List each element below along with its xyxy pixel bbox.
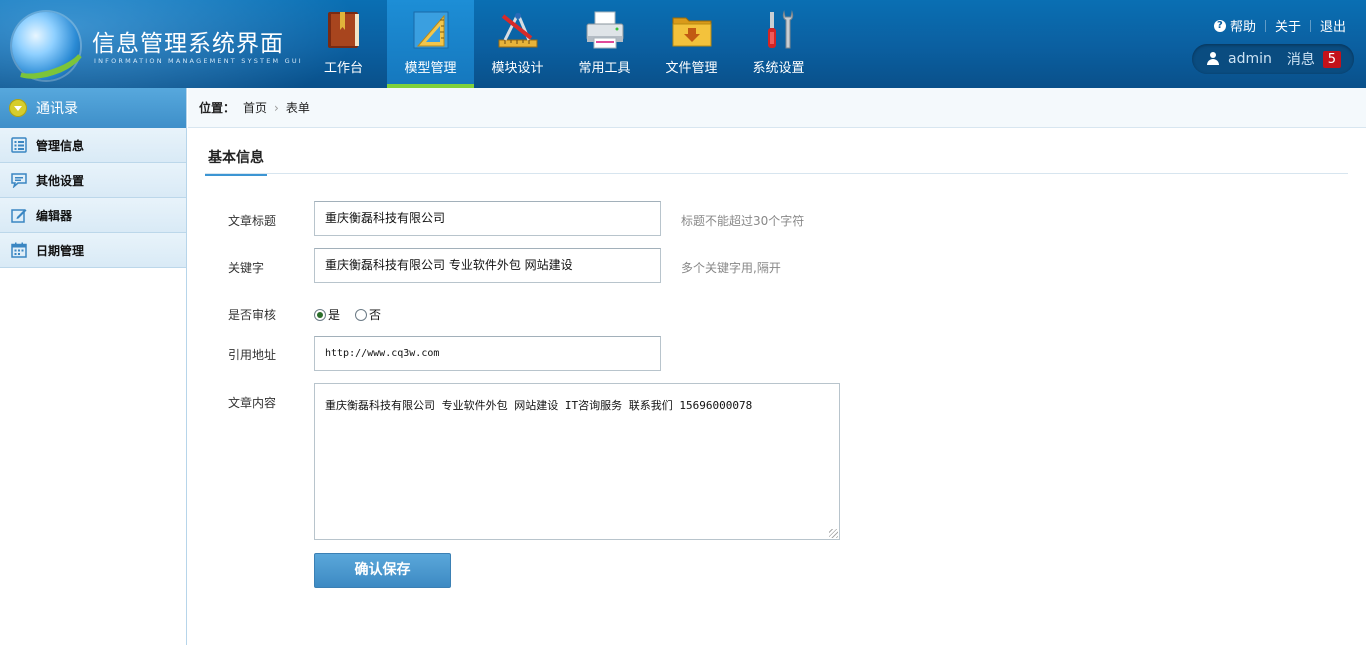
help-link[interactable]: 帮助	[1230, 16, 1256, 35]
comment-icon	[11, 172, 27, 189]
breadcrumb: 位置： 首页 › 表单	[188, 88, 1366, 128]
nav-item-workbench[interactable]: 工作台	[300, 0, 387, 88]
title-hint: 标题不能超过30个字符	[681, 214, 805, 228]
nav-label: 模块设计	[491, 61, 544, 76]
nav-item-model-management[interactable]: 模型管理	[387, 0, 474, 88]
calendar-icon	[11, 242, 27, 258]
nav-label: 系统设置	[752, 61, 805, 76]
user-icon	[1206, 52, 1220, 66]
chevron-down-icon	[9, 99, 27, 117]
app-subtitle: INFORMATION MANAGEMENT SYSTEM GUI	[94, 57, 303, 65]
resize-handle-icon[interactable]	[829, 529, 838, 538]
ruler-icon	[408, 8, 454, 52]
divider	[1309, 19, 1311, 32]
radio-unchecked-icon	[355, 308, 367, 321]
list-icon	[11, 137, 27, 153]
nav-item-common-tools[interactable]: 常用工具	[561, 0, 648, 88]
messages-link[interactable]: 消息	[1287, 49, 1315, 69]
keywords-label: 关键字	[228, 261, 265, 275]
nav-item-module-design[interactable]: 模块设计	[474, 0, 561, 88]
sidebar-item-other-settings[interactable]: 其他设置	[0, 163, 186, 198]
breadcrumb-separator-icon: ›	[274, 100, 279, 115]
title-input[interactable]: 重庆衡磊科技有限公司	[314, 201, 661, 236]
url-label: 引用地址	[228, 348, 277, 362]
nav-label: 常用工具	[578, 61, 631, 76]
nav-label: 工作台	[323, 61, 363, 76]
breadcrumb-label: 位置：	[199, 101, 236, 115]
edit-icon	[11, 207, 27, 223]
review-yes-label: 是	[328, 308, 341, 322]
title-label: 文章标题	[228, 214, 277, 228]
sidebar-item-label: 管理信息	[36, 138, 85, 153]
review-yes-radio[interactable]: 是	[314, 306, 340, 323]
content-textarea[interactable]: 重庆衡磊科技有限公司 专业软件外包 网站建设 IT咨询服务 联系我们 15696…	[314, 383, 840, 540]
nav-item-system-settings[interactable]: 系统设置	[735, 0, 822, 88]
keywords-input[interactable]: 重庆衡磊科技有限公司 专业软件外包 网站建设	[314, 248, 661, 283]
printer-icon	[582, 8, 628, 52]
sidebar-empty-area	[0, 268, 186, 645]
logout-link[interactable]: 退出	[1320, 16, 1346, 35]
divider	[1264, 19, 1266, 32]
sidebar-item-label: 编辑器	[36, 208, 73, 223]
review-no-radio[interactable]: 否	[355, 306, 381, 323]
sidebar-header[interactable]: 通讯录	[0, 88, 186, 128]
username[interactable]: admin	[1228, 51, 1272, 67]
content-label: 文章内容	[228, 396, 277, 410]
review-label: 是否审核	[228, 308, 277, 322]
sidebar-item-label: 日期管理	[36, 243, 85, 258]
sidebar-item-manage-info[interactable]: 管理信息	[0, 128, 186, 163]
folder-icon	[669, 8, 715, 52]
sidebar-item-date-management[interactable]: 日期管理	[0, 233, 186, 268]
user-box: admin 消息 5	[1192, 44, 1354, 74]
sidebar-item-editor[interactable]: 编辑器	[0, 198, 186, 233]
nav-label: 文件管理	[665, 61, 718, 76]
sidebar: 通讯录 管理信息 其他设置 编辑器 日期管理	[0, 88, 187, 645]
save-button[interactable]: 确认保存	[314, 553, 451, 588]
section-title: 基本信息	[205, 147, 267, 176]
nav-label: 模型管理	[404, 61, 457, 76]
section-divider	[205, 173, 1348, 174]
book-icon	[321, 8, 367, 52]
sidebar-item-label: 其他设置	[36, 173, 85, 188]
breadcrumb-home[interactable]: 首页	[243, 99, 267, 116]
help-icon: ?	[1213, 19, 1226, 32]
top-links: ? 帮助 关于 退出	[1213, 16, 1346, 35]
top-header: 信息管理系统界面 INFORMATION MANAGEMENT SYSTEM G…	[0, 0, 1366, 88]
nav-item-file-management[interactable]: 文件管理	[648, 0, 735, 88]
wrench-screwdriver-icon	[756, 8, 802, 52]
keywords-hint: 多个关键字用,隔开	[681, 261, 781, 275]
design-tools-icon	[495, 8, 541, 52]
content-text: 重庆衡磊科技有限公司 专业软件外包 网站建设 IT咨询服务 联系我们 15696…	[325, 399, 753, 412]
review-no-label: 否	[369, 308, 382, 322]
breadcrumb-current: 表单	[285, 101, 310, 115]
url-input[interactable]: http://www.cq3w.com	[314, 336, 661, 371]
app-logo: 信息管理系统界面 INFORMATION MANAGEMENT SYSTEM G…	[6, 10, 301, 87]
app-title: 信息管理系统界面	[92, 31, 284, 57]
sidebar-header-label: 通讯录	[36, 101, 78, 117]
main-nav: 工作台 模型管理 模块设计 常用工具 文件管理 系统设置	[300, 0, 822, 88]
message-count-badge[interactable]: 5	[1322, 50, 1341, 68]
about-link[interactable]: 关于	[1275, 16, 1301, 35]
radio-checked-icon	[314, 308, 326, 321]
